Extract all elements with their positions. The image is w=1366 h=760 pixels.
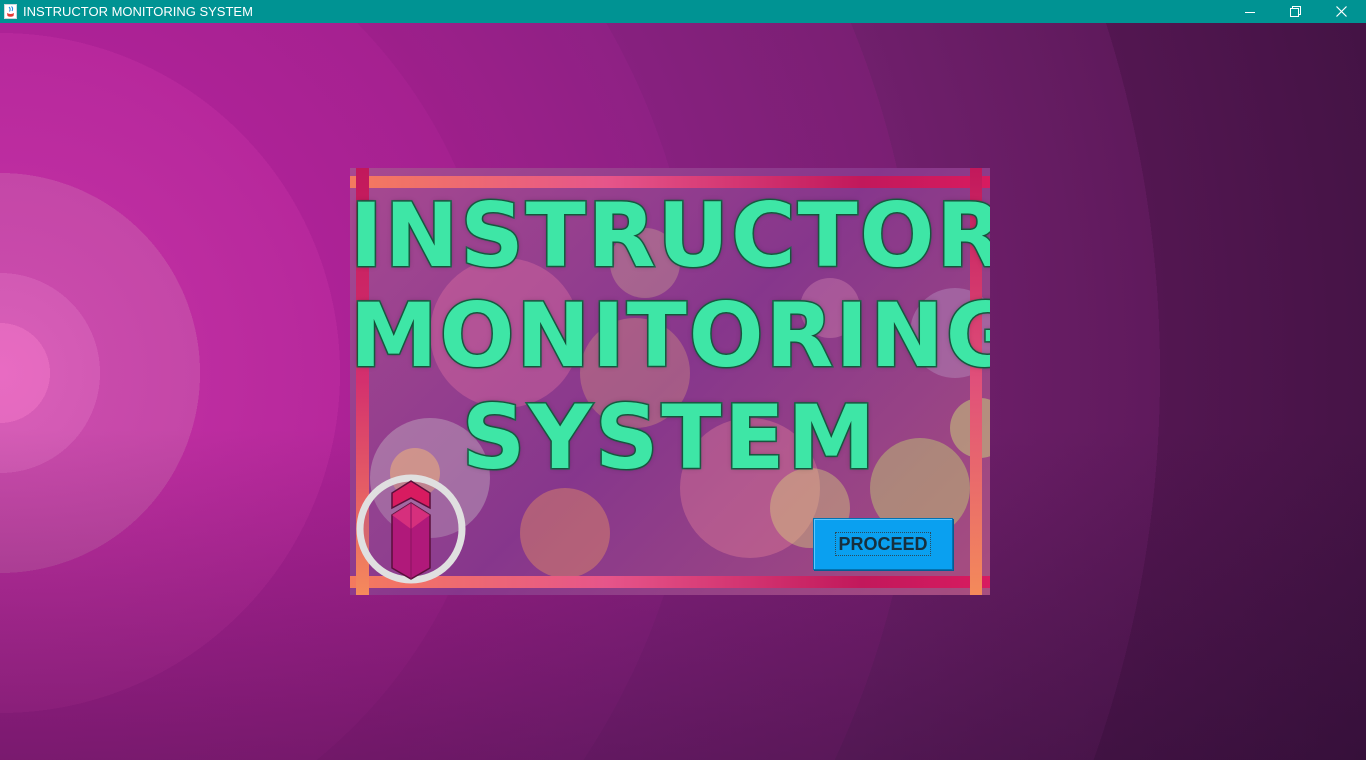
restore-button[interactable] xyxy=(1272,0,1318,23)
i-monogram-logo-icon xyxy=(356,474,466,584)
window-titlebar[interactable]: INSTRUCTOR MONITORING SYSTEM xyxy=(0,0,1366,23)
window-title: INSTRUCTOR MONITORING SYSTEM xyxy=(23,4,253,19)
close-icon xyxy=(1335,6,1347,17)
minimize-icon xyxy=(1245,11,1255,13)
headline-line-2: MONITORING xyxy=(350,284,990,387)
headline-line-1: INSTRUCTOR xyxy=(350,184,990,287)
proceed-button[interactable]: PROCEED xyxy=(813,518,953,570)
java-app-icon xyxy=(4,4,17,19)
proceed-button-label: PROCEED xyxy=(835,532,931,556)
restore-icon xyxy=(1289,6,1301,17)
minimize-button[interactable] xyxy=(1227,0,1273,23)
splash-panel: INSTRUCTOR MONITORING SYSTEM PROCEED xyxy=(350,168,990,595)
window-content: INSTRUCTOR MONITORING SYSTEM PROCEED xyxy=(0,23,1366,760)
bokeh-decoration xyxy=(520,488,610,578)
close-button[interactable] xyxy=(1318,0,1364,23)
